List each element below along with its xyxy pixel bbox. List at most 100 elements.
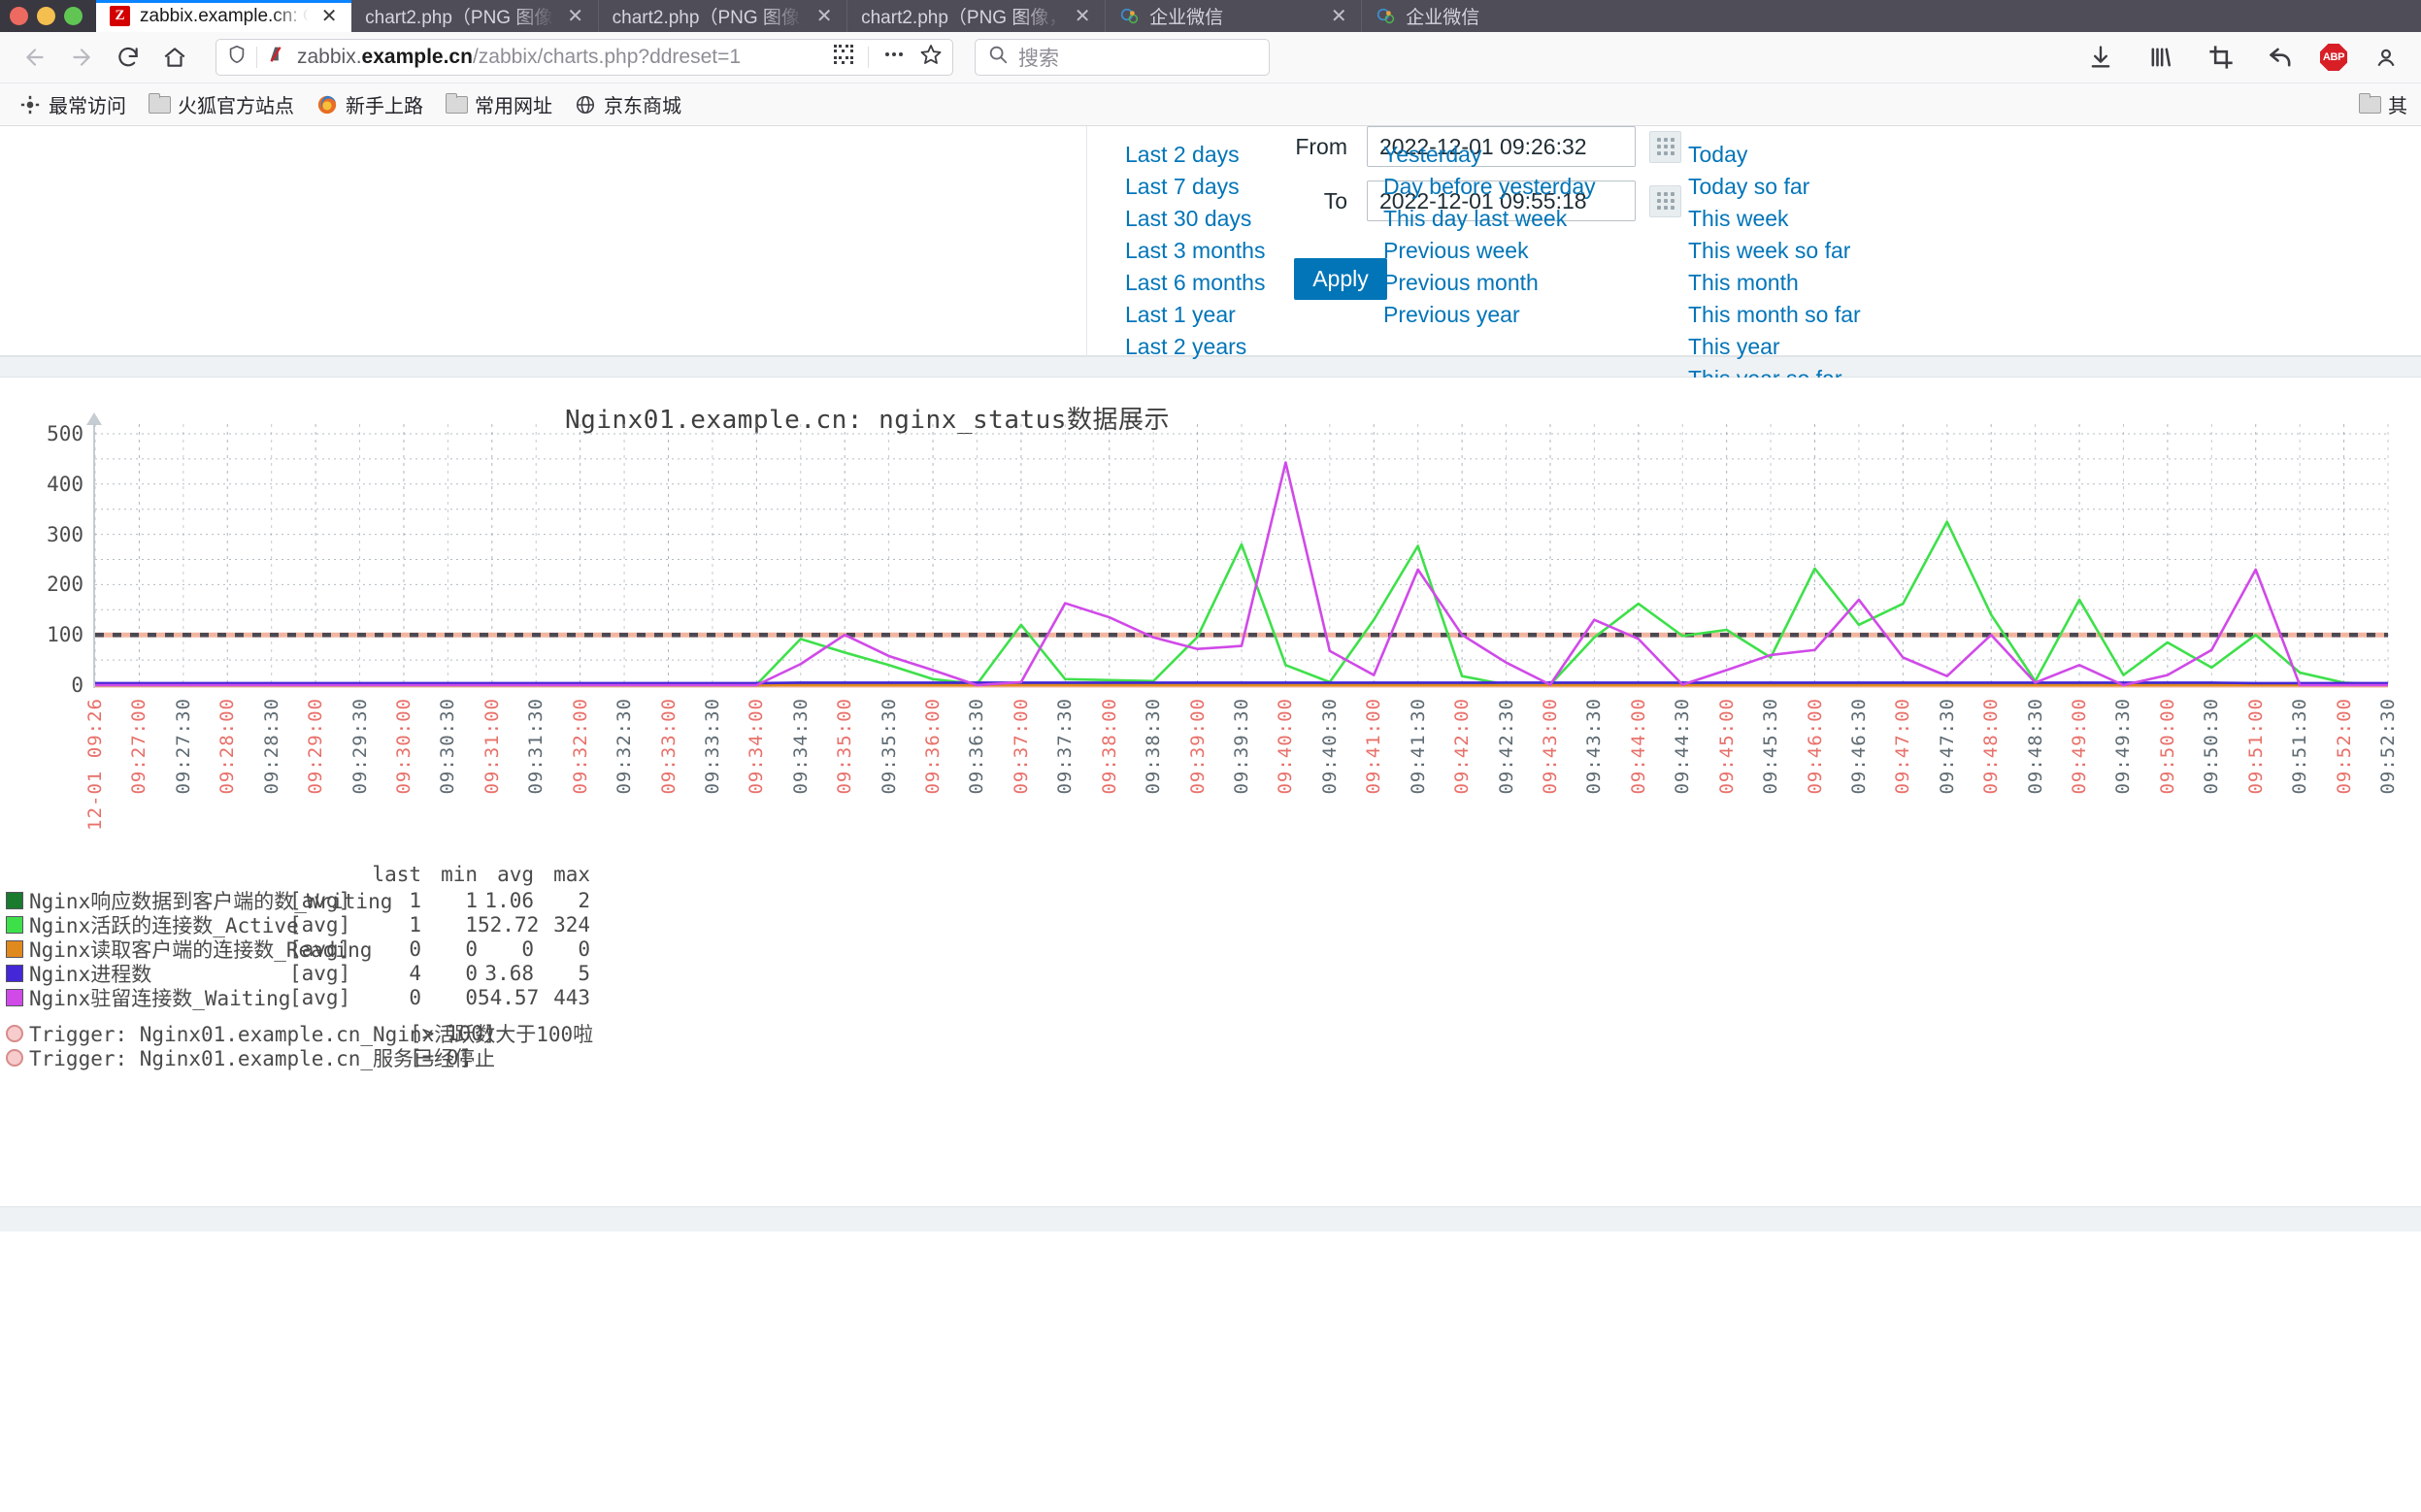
tracker-blocked-icon[interactable] [266,44,287,71]
x-axis-tick: 09:30:30 [437,698,459,795]
star-icon[interactable] [919,43,943,72]
x-axis-tick: 09:45:30 [1760,698,1782,795]
bookmark-firefox-official[interactable]: 火狐官方站点 [139,86,303,122]
legend-avg: 52.72 [478,912,540,937]
globe-icon [574,95,597,115]
quick-range-last-30-days[interactable]: Last 30 days [1097,203,1355,235]
quick-range-last-6-months[interactable]: Last 6 months [1097,267,1355,299]
zabbix-page: From To Apply Last 2 days Last 7 days La… [0,126,2421,1232]
legend-header: last min avg max [0,863,971,888]
quick-range-today[interactable]: Today [1660,139,2048,171]
search-icon [987,44,1009,71]
legend-agg: [avg] [289,888,351,912]
quick-range-this-week-so-far[interactable]: This week so far [1660,235,2048,267]
home-icon[interactable] [153,36,196,79]
legend-avg: 3.68 [484,961,534,985]
quick-range-day-before-yesterday[interactable]: Day before yesterday [1355,171,1660,203]
page-actions-icon[interactable] [882,44,906,71]
screenshot-icon[interactable] [2200,36,2242,79]
x-axis-tick: 09:27:30 [172,698,194,795]
bookmark-common-sites[interactable]: 常用网址 [436,86,561,122]
bookmark-jd-mall[interactable]: 京东商城 [565,86,690,122]
bookmark-overflow[interactable]: 其 [2349,86,2411,122]
quick-range-today-so-far[interactable]: Today so far [1660,171,2048,203]
x-axis-tick: 09:44:30 [1672,698,1694,795]
quick-range-this-month-so-far[interactable]: This month so far [1660,299,2048,331]
address-bar[interactable]: zabbix.example.cn/zabbix/charts.php?ddre… [216,39,953,76]
legend-col-last: last [372,863,421,886]
close-icon[interactable]: ✕ [1072,6,1093,27]
adblock-icon[interactable]: ABP [2320,44,2347,71]
legend-col-max: max [553,863,590,886]
x-axis-labels: 12-01 09:26 09:27:00 09:27:30 09:28:00 09:28… [84,698,2399,872]
x-axis-tick: 09:34:00 [746,698,768,795]
quick-range-previous-year[interactable]: Previous year [1355,299,1660,331]
close-icon[interactable]: ✕ [1328,6,1349,27]
legend-row: Nginx读取客户端的连接数_Reading [avg] 0 0 0 0 [0,937,971,962]
legend-row: Nginx活跃的连接数_Active [avg] 1 1 52.72 324 [0,912,971,937]
quick-range-last-2-days[interactable]: Last 2 days [1097,139,1355,171]
search-input[interactable]: 搜索 [975,39,1270,76]
quick-range-yesterday[interactable]: Yesterday [1355,139,1660,171]
quick-range-last-7-days[interactable]: Last 7 days [1097,171,1355,203]
x-axis-tick: 09:49:00 [2069,698,2091,795]
quick-range-this-week[interactable]: This week [1660,203,2048,235]
bookmark-label: 其 [2388,96,2407,117]
tab-title: 企业微信 [1149,8,1224,28]
account-icon[interactable] [2365,36,2407,79]
quick-range-last-1-year[interactable]: Last 1 year [1097,299,1355,331]
legend-avg: 54.57 [478,985,540,1009]
x-axis-tick: 09:47:00 [1892,698,1914,795]
quick-range-last-2-years[interactable]: Last 2 years [1097,331,1355,363]
legend-row: Nginx进程数 [avg] 4 0 3.68 5 [0,961,971,986]
folder-icon [148,92,171,115]
download-icon[interactable] [2079,36,2122,79]
browser-tab-wechat-work-2[interactable]: 企业微信 [1362,0,2421,32]
wechat-work-icon [1376,6,1396,26]
legend-agg: [avg] [289,937,351,961]
x-axis-tick: 09:39:30 [1231,698,1252,795]
legend-min: 1 [465,912,478,937]
legend-color-swatch [6,964,23,982]
shield-icon[interactable] [226,44,248,71]
browser-tab-chart2-3[interactable]: chart2.php（PNG 图像，1409x438 ✕ [847,0,1107,32]
close-icon[interactable]: ✕ [318,6,340,27]
wechat-work-icon [1119,6,1140,26]
minimize-window-button[interactable] [37,7,55,25]
bookmark-label: 最常访问 [49,96,126,117]
quick-range-last-3-months[interactable]: Last 3 months [1097,235,1355,267]
quick-range-this-day-last-week[interactable]: This day last week [1355,203,1660,235]
legend-agg: [avg] [289,912,351,937]
close-icon[interactable]: ✕ [565,6,586,27]
bookmark-label: 京东商城 [604,96,681,117]
legend-col-min: min [441,863,478,886]
undo-icon[interactable] [2260,36,2303,79]
x-axis-tick: 09:48:30 [2024,698,2046,795]
reload-icon[interactable] [107,36,149,79]
close-window-button[interactable] [10,7,28,25]
qr-code-icon[interactable] [833,44,854,71]
bookmark-getting-started[interactable]: 新手上路 [307,86,432,122]
close-icon[interactable]: ✕ [813,6,835,27]
graph-container: Nginx01.example.cn: nginx_status数据展示 0 10… [0,378,2421,1232]
quick-range-column-3: Today Today so far This week This week s… [1660,139,2048,395]
maximize-window-button[interactable] [64,7,83,25]
browser-tab-wechat-work-1[interactable]: 企业微信 ✕ [1106,0,1363,32]
forward-arrow-icon[interactable] [60,36,103,79]
toolbar-actions: ABP [2052,36,2407,79]
quick-range-this-year[interactable]: This year [1660,331,2048,363]
quick-range-previous-week[interactable]: Previous week [1355,235,1660,267]
browser-tab-chart2-2[interactable]: chart2.php（PNG 图像，1409x438 ✕ [599,0,848,32]
x-axis-tick: 09:31:00 [481,698,503,795]
quick-range-this-month[interactable]: This month [1660,267,2048,299]
bookmark-most-visited[interactable]: 最常访问 [10,86,135,122]
browser-tab-chart2-1[interactable]: chart2.php（PNG 图像，1409x438 ✕ [351,0,599,32]
x-axis-tick: 09:41:30 [1407,698,1429,795]
browser-tab-zabbix[interactable]: Z zabbix.example.cn: Custom grap ✕ [96,0,352,32]
series-line [95,681,2388,685]
back-arrow-icon[interactable] [14,36,56,79]
library-icon[interactable] [2139,36,2182,79]
x-axis-tick: 09:32:30 [614,698,636,795]
legend-color-swatch [6,939,23,958]
quick-range-previous-month[interactable]: Previous month [1355,267,1660,299]
